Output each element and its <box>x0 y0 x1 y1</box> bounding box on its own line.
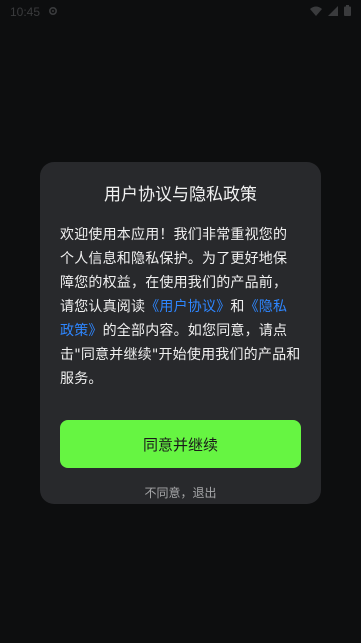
status-right <box>310 5 351 19</box>
battery-icon <box>344 5 351 19</box>
privacy-consent-dialog: 用户协议与隐私政策 欢迎使用本应用！我们非常重视您的个人信息和隐私保护。为了更好… <box>40 162 321 504</box>
signal-icon <box>328 5 338 19</box>
dialog-title: 用户协议与隐私政策 <box>104 185 257 205</box>
user-agreement-link[interactable]: 《用户协议》 <box>145 299 230 315</box>
app-screen: 10:45 用户协议与隐私政策 欢迎使用本应用！我们非常重视您的个人信息和隐私保… <box>0 0 361 643</box>
decline-exit-button[interactable]: 不同意，退出 <box>60 484 301 501</box>
wifi-icon <box>310 5 322 19</box>
agree-continue-button[interactable]: 同意并继续 <box>60 420 301 468</box>
body-text-and: 和 <box>230 299 245 315</box>
gear-icon <box>48 5 58 19</box>
status-bar: 10:45 <box>0 0 361 24</box>
status-left: 10:45 <box>10 5 58 19</box>
status-time: 10:45 <box>10 5 41 19</box>
dialog-body-text: 欢迎使用本应用！我们非常重视您的个人信息和隐私保护。为了更好地保障您的权益，在使… <box>60 223 301 391</box>
